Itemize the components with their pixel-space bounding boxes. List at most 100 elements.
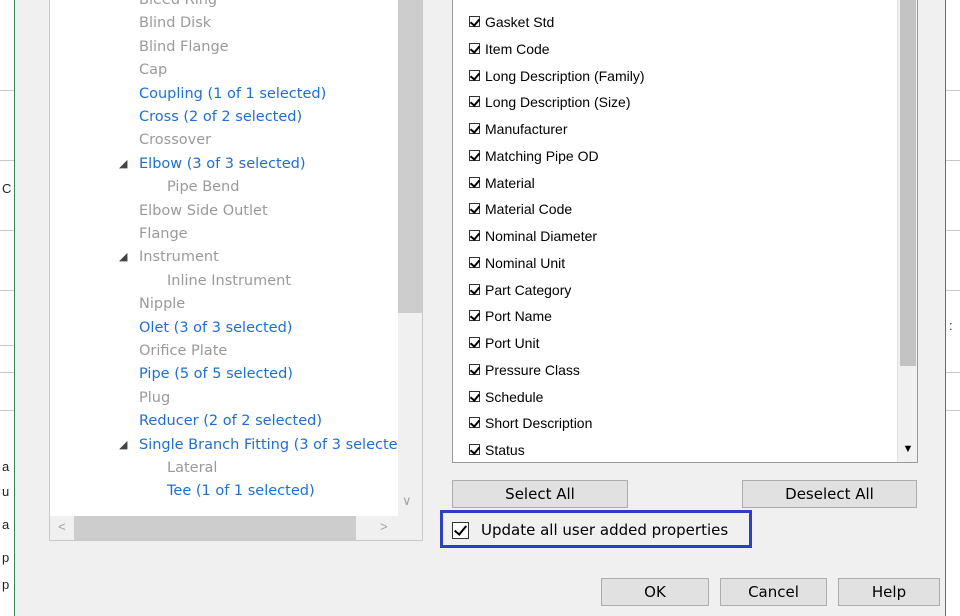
tree-item-label: Lateral — [167, 460, 218, 476]
tree-item[interactable]: Cap — [139, 59, 167, 81]
checkbox-checked-icon[interactable] — [469, 337, 480, 348]
tree-item-label: Elbow (3 of 3 selected) — [139, 155, 306, 172]
tree-item-label: Crossover — [139, 132, 212, 149]
checkbox-checked-icon[interactable] — [469, 42, 480, 54]
cancel-button[interactable]: Cancel — [720, 578, 827, 606]
tree-item-label: Orifice Plate — [139, 343, 228, 359]
property-item[interactable]: Long Description (Size) — [469, 92, 631, 112]
property-item[interactable]: Nominal Unit — [469, 253, 566, 273]
tree-item[interactable]: Crossover — [139, 129, 211, 151]
tree-item[interactable]: Plug — [139, 387, 170, 409]
scroll-left-icon[interactable]: < — [58, 519, 66, 534]
tree-item[interactable]: ◢ Elbow (3 of 3 selected) — [119, 153, 306, 175]
tree-item[interactable]: Lateral — [167, 457, 217, 479]
background-divider — [946, 410, 960, 411]
property-item[interactable]: Status — [469, 440, 525, 460]
checkbox-checked-icon[interactable] — [469, 444, 480, 455]
tree-item[interactable]: Blind Flange — [139, 36, 229, 58]
tree-item-label: Cross (2 of 2 selected) — [139, 109, 303, 125]
checkbox-checked-icon[interactable] — [469, 123, 480, 134]
property-item-label: Item Code — [485, 40, 550, 57]
checkbox-checked-icon[interactable] — [469, 417, 480, 429]
tree-item[interactable]: Tee (1 of 1 selected) — [167, 480, 315, 502]
property-item[interactable]: Schedule — [469, 387, 543, 407]
property-item-label: Part Category — [485, 281, 572, 298]
expand-arrow-icon[interactable]: ◢ — [119, 246, 127, 268]
checkbox-checked-icon[interactable] — [452, 522, 469, 539]
background-divider — [946, 230, 960, 231]
tree-item[interactable]: Olet (3 of 3 selected) — [139, 317, 292, 339]
property-scroll-thumb[interactable] — [900, 0, 916, 366]
tree-horizontal-scrollbar[interactable]: < > — [50, 516, 398, 540]
checkbox-checked-icon[interactable] — [469, 16, 480, 27]
tree-item[interactable]: Inline Instrument — [167, 270, 291, 292]
update-user-properties-label: Update all user added properties — [481, 521, 729, 539]
tree-item[interactable]: Pipe (5 of 5 selected) — [139, 363, 293, 385]
background-divider — [0, 290, 14, 291]
tree-item-label: Instrument — [139, 249, 219, 266]
checkbox-checked-icon[interactable] — [469, 96, 480, 108]
property-item[interactable]: Manufacturer — [469, 119, 567, 139]
select-all-button[interactable]: Select All — [452, 480, 628, 508]
checkbox-checked-icon[interactable] — [469, 176, 480, 188]
tree-item[interactable]: Pipe Bend — [167, 176, 239, 198]
checkbox-checked-icon[interactable] — [469, 69, 480, 81]
property-item[interactable]: Part Category — [469, 280, 572, 300]
checkbox-checked-icon[interactable] — [469, 256, 480, 268]
property-item[interactable]: Port Name — [469, 306, 552, 326]
checkbox-checked-icon[interactable] — [469, 390, 480, 402]
scroll-right-icon[interactable]: > — [380, 519, 388, 534]
property-item[interactable]: Material — [469, 173, 535, 193]
tree-viewport: Bleed Ring Blind Disk Blind Flange Cap Coupl… — [50, 0, 398, 516]
part-family-tree[interactable]: Bleed Ring Blind Disk Blind Flange Cap Coupl… — [49, 0, 423, 541]
tree-horizontal-scroll-thumb[interactable] — [74, 516, 356, 540]
property-scrollbar[interactable]: ▼ — [897, 0, 917, 462]
checkbox-checked-icon[interactable] — [469, 149, 480, 161]
background-text-fragment: a — [2, 517, 10, 532]
property-item-label: Nominal Unit — [485, 254, 566, 271]
property-item[interactable]: Gasket Std — [469, 12, 554, 32]
property-item[interactable]: Matching Pipe OD — [469, 146, 599, 166]
property-item-label: Long Description (Family) — [485, 67, 645, 84]
property-item[interactable]: Item Code — [469, 39, 550, 59]
checkbox-checked-icon[interactable] — [469, 283, 480, 295]
property-item[interactable]: Pressure Class — [469, 360, 580, 380]
checkbox-checked-icon[interactable] — [469, 230, 480, 241]
tree-vertical-scroll-thumb[interactable] — [398, 0, 422, 313]
property-item[interactable]: Long Description (Family) — [469, 66, 645, 86]
property-item-label: Nominal Diameter — [485, 228, 598, 244]
help-button[interactable]: Help — [838, 578, 940, 606]
expand-arrow-icon[interactable]: ◢ — [119, 153, 127, 175]
property-item-label: Pressure Class — [485, 361, 580, 378]
tree-item[interactable]: Coupling (1 of 1 selected) — [139, 83, 326, 105]
property-item[interactable]: Short Description — [469, 413, 592, 433]
ok-button[interactable]: OK — [601, 578, 709, 606]
tree-vertical-scrollbar[interactable]: ∨ — [398, 0, 422, 516]
background-text-fragment: a — [2, 459, 10, 474]
property-item[interactable]: Material Code — [469, 199, 572, 219]
tree-item[interactable]: ◢ Single Branch Fitting (3 of 3 selected) — [119, 434, 398, 456]
tree-item[interactable]: Elbow Side Outlet — [139, 200, 268, 222]
tree-item-label: Coupling (1 of 1 selected) — [139, 85, 327, 102]
tree-item[interactable]: Flange — [139, 223, 188, 245]
tree-item[interactable]: Nipple — [139, 293, 185, 315]
checkbox-checked-icon[interactable] — [469, 203, 480, 215]
tree-item[interactable]: Orifice Plate — [139, 340, 227, 362]
scroll-down-arrow-icon[interactable]: ▼ — [900, 440, 916, 458]
expand-arrow-icon[interactable]: ◢ — [119, 434, 127, 456]
property-item[interactable]: Nominal Diameter — [469, 226, 598, 246]
scroll-down-icon[interactable]: ∨ — [402, 493, 412, 509]
tree-item[interactable]: Cross (2 of 2 selected) — [139, 106, 302, 128]
checkbox-checked-icon[interactable] — [469, 310, 480, 322]
background-divider — [946, 90, 960, 91]
tree-item[interactable]: Blind Disk — [139, 12, 211, 34]
scrollbar-corner — [398, 516, 422, 540]
checkbox-checked-icon[interactable] — [469, 363, 480, 375]
tree-item-label: Plug — [139, 389, 171, 406]
tree-item[interactable]: Reducer (2 of 2 selected) — [139, 410, 322, 432]
tree-item[interactable]: Bleed Ring — [139, 0, 217, 11]
tree-item[interactable]: ◢ Instrument — [119, 246, 219, 268]
property-checklist[interactable]: Gasket Std Item Code Long Description (Fam… — [452, 0, 918, 463]
property-item[interactable]: Port Unit — [469, 333, 539, 353]
deselect-all-button[interactable]: Deselect All — [742, 480, 917, 508]
